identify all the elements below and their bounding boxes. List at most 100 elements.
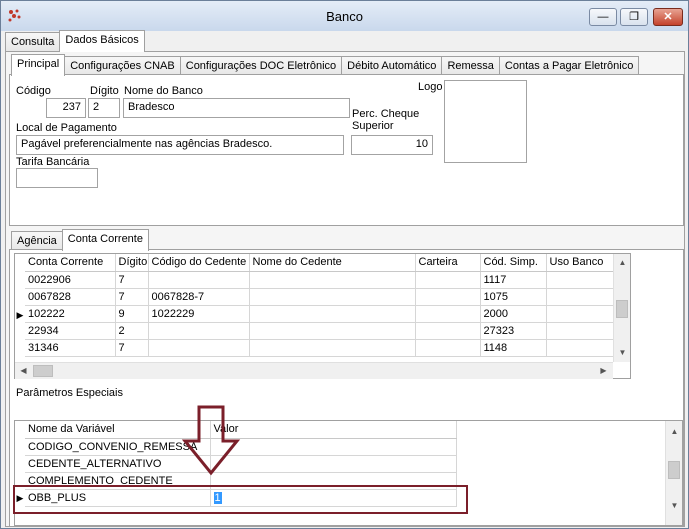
cell[interactable] — [148, 339, 250, 357]
col-carteira[interactable]: Carteira — [415, 254, 481, 272]
cell[interactable]: 9 — [115, 305, 149, 323]
tab-contas-a-pagar[interactable]: Contas a Pagar Eletrônico — [498, 56, 640, 76]
tab-debito-automatico[interactable]: Débito Automático — [341, 56, 443, 76]
cell[interactable] — [415, 322, 481, 340]
cell[interactable]: 2 — [115, 322, 149, 340]
digito-field[interactable]: 2 — [88, 98, 120, 118]
cell[interactable]: 1075 — [480, 288, 547, 306]
accounts-horizontal-scrollbar[interactable]: ◀ ▶ — [15, 362, 613, 379]
window-title: Banco — [326, 9, 363, 24]
title-bar[interactable]: Banco — ❐ ✕ — [1, 1, 688, 31]
tab-remessa[interactable]: Remessa — [441, 56, 500, 76]
cell[interactable] — [249, 271, 416, 289]
nome-banco-label: Nome do Banco — [124, 85, 203, 97]
tab-consulta[interactable]: Consulta — [5, 32, 61, 52]
cell[interactable]: 1117 — [480, 271, 547, 289]
close-button[interactable]: ✕ — [653, 8, 683, 26]
tab-agencia[interactable]: Agência — [11, 231, 63, 251]
table-row-current[interactable]: 102222 9 1022229 2000 — [25, 305, 614, 323]
codigo-field[interactable]: 237 — [46, 98, 86, 118]
cell[interactable]: 7 — [115, 288, 149, 306]
cell[interactable]: 102222 — [25, 305, 116, 323]
tarifa-bancaria-label: Tarifa Bancária — [16, 156, 90, 168]
maximize-button[interactable]: ❐ — [620, 8, 648, 26]
col-cod-simp[interactable]: Cód. Simp. — [480, 254, 547, 272]
cell[interactable]: 7 — [115, 339, 149, 357]
scroll-thumb[interactable] — [616, 300, 628, 318]
cell[interactable] — [249, 322, 416, 340]
tab-dados-basicos[interactable]: Dados Básicos — [59, 30, 145, 52]
scroll-up-icon[interactable]: ▲ — [666, 427, 683, 436]
cell[interactable]: 0067828-7 — [148, 288, 250, 306]
cell[interactable]: 22934 — [25, 322, 116, 340]
cell[interactable]: 0067828 — [25, 288, 116, 306]
tab-conta-corrente[interactable]: Conta Corrente — [61, 229, 149, 251]
col-digito[interactable]: Dígito — [115, 254, 149, 272]
logo-label: Logo — [418, 81, 443, 93]
cell[interactable] — [546, 271, 614, 289]
cell[interactable]: 1148 — [480, 339, 547, 357]
scroll-thumb[interactable] — [668, 461, 680, 479]
cell[interactable] — [210, 455, 457, 473]
perc-cheque-field[interactable]: 10 — [351, 135, 433, 155]
cell[interactable] — [249, 305, 416, 323]
cell[interactable] — [546, 339, 614, 357]
col-nome-cedente[interactable]: Nome do Cedente — [249, 254, 416, 272]
accounts-grid: Conta Corrente Dígito Código do Cedente … — [14, 253, 631, 379]
table-row[interactable]: 22934 2 27323 — [25, 322, 614, 340]
col-valor[interactable]: Valor — [210, 421, 457, 439]
perc-cheque-label: Perc. Cheque — [352, 108, 420, 120]
scroll-right-icon[interactable]: ▶ — [595, 366, 612, 375]
cell[interactable] — [546, 305, 614, 323]
cell[interactable] — [249, 288, 416, 306]
cell[interactable] — [546, 322, 614, 340]
nome-banco-field[interactable]: Bradesco — [123, 98, 350, 118]
col-conta-corrente[interactable]: Conta Corrente — [25, 254, 116, 272]
minimize-button[interactable]: — — [589, 8, 617, 26]
banco-window: Banco — ❐ ✕ Consulta Dados Básicos Princ… — [0, 0, 689, 529]
tab-configuracoes-cnab[interactable]: Configurações CNAB — [64, 56, 181, 76]
logo-image-box[interactable] — [444, 80, 527, 163]
cell[interactable]: 1022229 — [148, 305, 250, 323]
cell[interactable]: 27323 — [480, 322, 547, 340]
digito-label: Dígito — [90, 85, 119, 97]
sub-tabs: Principal Configurações CNAB Configuraçõ… — [11, 54, 640, 76]
current-row-indicator-icon: ▶ — [16, 310, 24, 320]
scroll-down-icon[interactable]: ▼ — [666, 501, 683, 510]
main-tabs: Consulta Dados Básicos — [5, 30, 145, 52]
scroll-left-icon[interactable]: ◀ — [15, 366, 32, 375]
codigo-label: Código — [16, 85, 51, 97]
cell[interactable] — [148, 322, 250, 340]
cell[interactable] — [546, 288, 614, 306]
cell[interactable]: 2000 — [480, 305, 547, 323]
scroll-thumb[interactable] — [33, 365, 53, 377]
table-row[interactable]: 0022906 7 1117 — [25, 271, 614, 289]
tab-configuracoes-doc[interactable]: Configurações DOC Eletrônico — [179, 56, 343, 76]
cell[interactable] — [415, 271, 481, 289]
cell[interactable] — [415, 339, 481, 357]
accounts-header-row: Conta Corrente Dígito Código do Cedente … — [25, 254, 614, 272]
local-pagamento-field[interactable]: Pagável preferencialmente nas agências B… — [16, 135, 344, 155]
cell[interactable] — [210, 438, 457, 456]
cell[interactable] — [415, 305, 481, 323]
cell[interactable]: 0022906 — [25, 271, 116, 289]
cell[interactable] — [415, 288, 481, 306]
down-arrow-annotation-icon — [181, 405, 241, 476]
cell[interactable]: 31346 — [25, 339, 116, 357]
tarifa-bancaria-field[interactable] — [16, 168, 98, 188]
scroll-down-icon[interactable]: ▼ — [614, 348, 631, 357]
cell[interactable] — [148, 271, 250, 289]
parametros-especiais-label: Parâmetros Especiais — [16, 387, 123, 399]
table-row[interactable]: 0067828 7 0067828-7 1075 — [25, 288, 614, 306]
col-codigo-cedente[interactable]: Código do Cedente — [148, 254, 250, 272]
perc-cheque-superior-label: Superior — [352, 120, 394, 132]
tab-principal[interactable]: Principal — [11, 54, 66, 76]
cell[interactable] — [249, 339, 416, 357]
cell[interactable]: 7 — [115, 271, 149, 289]
params-vertical-scrollbar[interactable]: ▲ ▼ — [665, 421, 682, 525]
accounts-vertical-scrollbar[interactable]: ▲ ▼ — [613, 254, 630, 362]
accounts-table: Conta Corrente Dígito Código do Cedente … — [25, 254, 614, 357]
table-row[interactable]: 31346 7 1148 — [25, 339, 614, 357]
col-uso-banco[interactable]: Uso Banco — [546, 254, 614, 272]
scroll-up-icon[interactable]: ▲ — [614, 258, 631, 267]
